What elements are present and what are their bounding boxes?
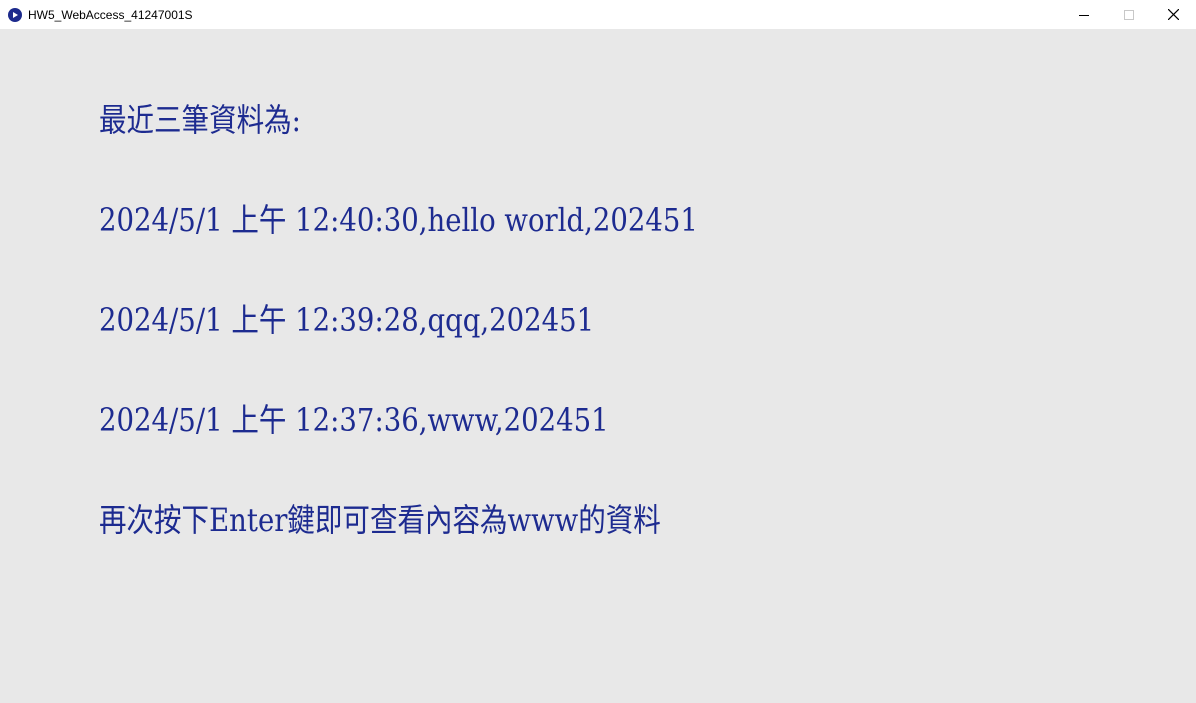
content-area: 最近三筆資料為: 2024/5/1 上午 12:40:30,hello worl… (0, 29, 1196, 703)
maximize-button[interactable] (1106, 0, 1151, 29)
record-line-2: 2024/5/1 上午 12:39:28,qqq,202451 (99, 301, 595, 339)
close-icon (1168, 9, 1179, 20)
recent-records-heading: 最近三筆資料為: (99, 101, 301, 139)
record-line-1: 2024/5/1 上午 12:40:30,hello world,202451 (99, 201, 698, 239)
minimize-icon (1078, 14, 1089, 16)
window-controls (1061, 0, 1196, 29)
app-icon (8, 7, 22, 22)
close-button[interactable] (1151, 0, 1196, 29)
enter-prompt: 再次按下Enter鍵即可查看內容為www的資料 (99, 501, 661, 539)
maximize-icon (1123, 9, 1134, 20)
record-line-3: 2024/5/1 上午 12:37:36,www,202451 (99, 401, 609, 439)
window-title: HW5_WebAccess_41247001S (28, 7, 193, 22)
title-bar[interactable]: HW5_WebAccess_41247001S (0, 0, 1196, 29)
minimize-button[interactable] (1061, 0, 1106, 29)
app-window: HW5_WebAccess_41247001S 最近三筆資料為: 2024/5/… (0, 0, 1196, 703)
